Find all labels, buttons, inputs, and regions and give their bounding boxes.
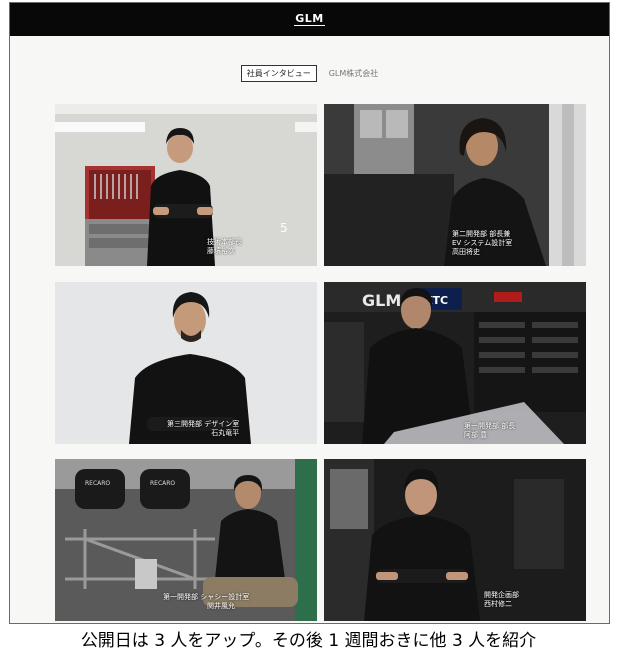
interview-card[interactable]: RECARO RECARO 第一開発部 シャシー設計室 関井風允 xyxy=(55,459,317,621)
caption-title: 技術本部長 xyxy=(207,238,242,246)
caption-title: 開発企画部 xyxy=(484,591,519,599)
caption-title-2: EV システム設計室 xyxy=(452,239,513,247)
interview-caption: 第一開発部 シャシー設計室 関井風允 xyxy=(163,593,249,611)
svg-text:RECARO: RECARO xyxy=(85,480,110,487)
interview-photo xyxy=(324,459,586,621)
svg-text:5: 5 xyxy=(280,221,288,235)
svg-text:GLM: GLM xyxy=(362,291,401,310)
interview-card[interactable]: GLM KTC 第一開発部 部長 阿部 豊 xyxy=(324,282,586,444)
caption-name: 西村修二 xyxy=(484,600,512,608)
caption-name: 阿部 豊 xyxy=(464,431,488,439)
interview-photo: 5 xyxy=(55,104,317,266)
interview-card[interactable]: 5 技術本部長 藤墳裕次 xyxy=(55,104,317,266)
interview-card[interactable]: 第二開発部 部長兼 EV システム設計室 高田将史 xyxy=(324,104,586,266)
interview-card[interactable]: 第三開発部 デザイン室 石丸竜平 xyxy=(55,282,317,444)
interview-caption: 開発企画部 西村修二 xyxy=(484,591,519,609)
caption-title: 第三開発部 デザイン室 xyxy=(167,420,240,428)
caption-name: 藤墳裕次 xyxy=(207,247,235,255)
browser-frame: GLM 社員インタビュー GLM株式会社 5 技術本部長 藤墳裕次 第二開発部 … xyxy=(9,2,610,624)
caption-name: 石丸竜平 xyxy=(211,429,240,437)
caption-title: 第一開発部 シャシー設計室 xyxy=(163,593,250,601)
caption-title: 第二開発部 部長兼 xyxy=(452,230,511,238)
interview-card[interactable]: 開発企画部 西村修二 xyxy=(324,459,586,621)
interview-photo: GLM KTC xyxy=(324,282,586,444)
svg-text:RECARO: RECARO xyxy=(150,480,175,487)
interview-caption: 第三開発部 デザイン室 石丸竜平 xyxy=(167,420,239,438)
interview-caption: 技術本部長 藤墳裕次 xyxy=(207,238,242,256)
interview-caption: 第二開発部 部長兼 EV システム設計室 高田将史 xyxy=(452,230,512,257)
interview-grid: 5 技術本部長 藤墳裕次 第二開発部 部長兼 EV システム設計室 高田将史 第… xyxy=(10,3,609,623)
caption-name: 高田将史 xyxy=(452,248,480,256)
interview-caption: 第一開発部 部長 阿部 豊 xyxy=(464,422,515,440)
caption-title: 第一開発部 部長 xyxy=(464,422,516,430)
footer-caption: 公開日は 3 人をアップ。その後 1 週間おきに他 3 人を紹介 xyxy=(80,631,537,651)
caption-name: 関井風允 xyxy=(207,602,235,610)
